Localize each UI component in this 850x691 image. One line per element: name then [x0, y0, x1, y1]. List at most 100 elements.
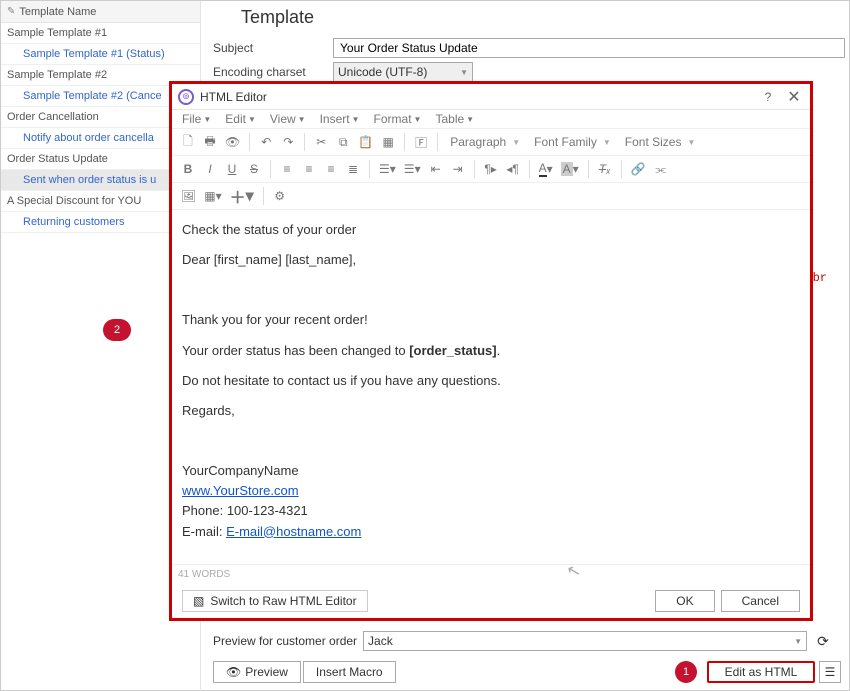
link-button[interactable]: 🔗	[628, 158, 649, 180]
copy-icon: ⧉	[339, 135, 348, 150]
settings-tool-button[interactable]: ⚙	[270, 185, 290, 207]
edit-as-html-button[interactable]: Edit as HTML	[707, 661, 815, 683]
eye-icon: 👁	[225, 135, 240, 149]
select-all-button[interactable]: ▦	[378, 131, 398, 153]
insert-more-button[interactable]: ＋▾	[227, 185, 257, 207]
indent-button[interactable]: ⇥	[448, 158, 468, 180]
image-icon: 🖼	[181, 189, 196, 203]
numbered-list-button[interactable]: ☰▾	[401, 158, 424, 180]
menu-table[interactable]: Table▼	[435, 112, 474, 126]
menu-file-label: File	[182, 112, 201, 126]
bullet-list-button[interactable]: ☰▾	[376, 158, 399, 180]
insert-table-button[interactable]: ▦▾	[201, 185, 224, 207]
clear-formatting-button[interactable]: Tₓ	[595, 158, 615, 180]
align-left-icon: ≡	[283, 162, 290, 176]
preview-customer-value: Jack	[368, 634, 393, 648]
body-line-7: YourCompanyName	[182, 461, 800, 481]
align-center-icon: ≡	[305, 162, 312, 176]
chevron-down-icon: ▾	[547, 162, 553, 176]
redo-icon: ↷	[283, 135, 293, 149]
help-button[interactable]: ?	[758, 90, 778, 104]
text-color-button[interactable]: A▾	[536, 158, 556, 180]
find-replace-button[interactable]: 🄵	[411, 131, 431, 153]
chevron-down-icon: ▼	[352, 115, 360, 124]
font-size-select[interactable]: Font Sizes▼	[619, 135, 702, 149]
ok-button[interactable]: OK	[655, 590, 714, 612]
cut-button[interactable]: ✂	[311, 131, 331, 153]
menu-insert[interactable]: Insert▼	[320, 112, 360, 126]
ltr-button[interactable]: ¶▸	[481, 158, 501, 180]
table-icon: ▦	[204, 189, 215, 203]
switch-raw-html-button[interactable]: ▧ Switch to Raw HTML Editor	[182, 590, 368, 612]
body-line-10a: E-mail:	[182, 524, 226, 539]
cancel-button[interactable]: Cancel	[721, 590, 800, 612]
menu-file[interactable]: File▼	[182, 112, 211, 126]
editor-content-area[interactable]: Check the status of your order Dear [fir…	[172, 210, 810, 564]
menu-table-label: Table	[435, 112, 464, 126]
print-button[interactable]: 🖶	[200, 131, 220, 153]
sidebar-group-0[interactable]: Sample Template #1	[1, 23, 200, 44]
charset-value: Unicode (UTF-8)	[338, 65, 427, 79]
document-icon: 🗋	[183, 132, 193, 153]
preview-tool-button[interactable]: 👁	[222, 131, 243, 153]
preview-button[interactable]: 👁 Preview	[213, 661, 301, 683]
menu-view[interactable]: View▼	[270, 112, 306, 126]
italic-button[interactable]: I	[200, 158, 220, 180]
subject-input[interactable]	[333, 38, 845, 58]
unlink-button[interactable]: ⫘	[651, 158, 671, 180]
menu-edit-label: Edit	[225, 112, 246, 126]
clear-formatting-icon: T	[599, 162, 606, 176]
word-count: 41 WORDS	[178, 569, 230, 580]
chevron-down-icon: ▼	[203, 115, 211, 124]
strikethrough-button[interactable]: S	[244, 158, 264, 180]
redo-button[interactable]: ↷	[278, 131, 298, 153]
insert-macro-button[interactable]: Insert Macro	[303, 661, 396, 683]
callout-2: 2	[103, 319, 131, 341]
settings-button[interactable]: ☰	[819, 661, 841, 683]
page-title: Template	[211, 1, 845, 34]
sidebar-item-0-0[interactable]: Sample Template #1 (Status)	[1, 44, 200, 65]
menu-format[interactable]: Format▼	[374, 112, 422, 126]
bg-color-button[interactable]: A▾	[558, 158, 582, 180]
copy-button[interactable]: ⧉	[333, 131, 353, 153]
undo-button[interactable]: ↶	[256, 131, 276, 153]
ok-label: OK	[676, 592, 693, 610]
align-right-button[interactable]: ≡	[321, 158, 341, 180]
align-center-button[interactable]: ≡	[299, 158, 319, 180]
charset-select[interactable]: Unicode (UTF-8) ▼	[333, 62, 473, 82]
html-editor-modal: ⊚ HTML Editor ? ✕ File▼ Edit▼ View▼ Inse…	[169, 81, 813, 621]
company-website-link[interactable]: www.YourStore.com	[182, 483, 299, 498]
align-left-button[interactable]: ≡	[277, 158, 297, 180]
align-justify-icon: ≣	[348, 162, 358, 176]
paragraph-format-select[interactable]: Paragraph▼	[444, 135, 526, 149]
body-line-4c: .	[497, 343, 501, 358]
body-line-4b: [order_status]	[409, 343, 496, 358]
preview-customer-select[interactable]: Jack ▼	[363, 631, 807, 651]
font-family-select[interactable]: Font Family▼	[528, 135, 617, 149]
close-button[interactable]: ✕	[784, 87, 804, 107]
body-line-4a: Your order status has been changed to	[182, 343, 409, 358]
chevron-down-icon: ▼	[794, 637, 802, 646]
separator	[404, 133, 405, 151]
underline-button[interactable]: U	[222, 158, 242, 180]
refresh-button[interactable]: ⟳	[813, 631, 833, 651]
chevron-down-icon: ▼	[512, 138, 520, 147]
bold-button[interactable]: B	[178, 158, 198, 180]
preview-label: Preview for customer order	[213, 634, 357, 648]
rtl-button[interactable]: ◂¶	[503, 158, 523, 180]
chevron-down-icon: ▼	[298, 115, 306, 124]
company-email-link[interactable]: E-mail@hostname.com	[226, 524, 361, 539]
paste-button[interactable]: 📋	[355, 131, 376, 153]
new-document-button[interactable]: 🗋	[178, 131, 198, 153]
outdent-button[interactable]: ⇤	[426, 158, 446, 180]
undo-icon: ↶	[261, 135, 271, 149]
menu-edit[interactable]: Edit▼	[225, 112, 256, 126]
editor-logo-icon: ⊚	[178, 89, 194, 105]
menu-insert-label: Insert	[320, 112, 350, 126]
insert-image-button[interactable]: 🖼	[178, 185, 199, 207]
sidebar-header: ✎ Template Name	[1, 1, 200, 23]
editor-statusbar: 41 WORDS ↖	[172, 564, 810, 584]
numbered-list-icon: ☰	[404, 162, 415, 176]
align-justify-button[interactable]: ≣	[343, 158, 363, 180]
body-line-5: Do not hesitate to contact us if you hav…	[182, 371, 800, 391]
